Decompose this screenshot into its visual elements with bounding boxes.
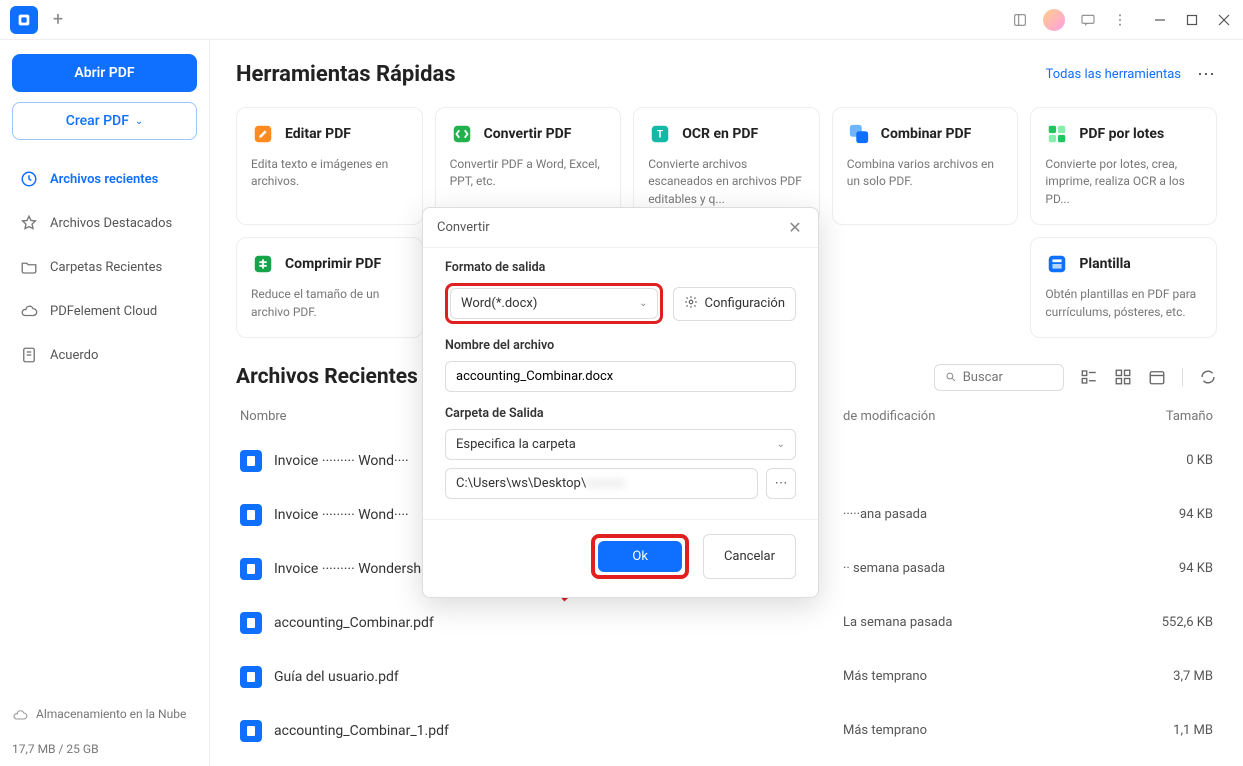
gear-icon bbox=[684, 295, 698, 313]
search-icon bbox=[945, 370, 957, 384]
calendar-icon[interactable] bbox=[1148, 368, 1166, 386]
tool-batch-pdf[interactable]: PDF por lotesConvierte por lotes, crea, … bbox=[1030, 107, 1217, 225]
folder-icon bbox=[20, 258, 38, 276]
dialog-title: Convertir bbox=[437, 220, 490, 235]
tool-edit-pdf[interactable]: Editar PDFEdita texto e imágenes en arch… bbox=[236, 107, 423, 225]
panel-icon[interactable] bbox=[1011, 11, 1029, 29]
col-size: Tamaño bbox=[1103, 409, 1213, 424]
minimize-button[interactable] bbox=[1151, 11, 1169, 29]
file-name: Guía del usuario.pdf bbox=[274, 669, 843, 685]
chevron-down-icon: ⌄ bbox=[777, 439, 785, 450]
pdf-file-icon bbox=[240, 612, 262, 634]
pdf-file-icon bbox=[240, 720, 262, 742]
tool-template[interactable]: PlantillaObtén plantillas en PDF para cu… bbox=[1030, 237, 1217, 338]
create-pdf-button[interactable]: Crear PDF⌄ bbox=[12, 102, 197, 140]
close-button[interactable] bbox=[1215, 11, 1233, 29]
ok-button-highlight: Ok bbox=[591, 534, 689, 579]
star-icon bbox=[20, 214, 38, 232]
format-select-highlight: Word(*.docx) ⌄ bbox=[445, 283, 663, 324]
nav-label: Archivos recientes bbox=[50, 172, 158, 187]
chevron-down-icon: ⌄ bbox=[639, 298, 647, 309]
file-name: accounting_Combinar_1.pdf bbox=[274, 723, 843, 739]
titlebar: + bbox=[0, 0, 1243, 40]
open-pdf-button[interactable]: Abrir PDF bbox=[12, 54, 197, 92]
all-tools-link[interactable]: Todas las herramientas bbox=[1046, 67, 1181, 82]
nav-recent-files[interactable]: Archivos recientes bbox=[12, 158, 197, 200]
file-date: ·····ana pasada bbox=[843, 507, 1103, 522]
file-size: 94 KB bbox=[1103, 507, 1213, 522]
grid-view-icon[interactable] bbox=[1114, 368, 1132, 386]
refresh-icon[interactable] bbox=[1199, 368, 1217, 386]
nav-cloud[interactable]: PDFelement Cloud bbox=[12, 290, 197, 332]
file-row[interactable]: accounting_Combinar_1.pdfMás temprano1,1… bbox=[236, 704, 1217, 758]
filename-input[interactable] bbox=[445, 361, 796, 392]
maximize-button[interactable] bbox=[1183, 11, 1201, 29]
document-icon bbox=[20, 346, 38, 364]
search-input-wrap[interactable] bbox=[934, 364, 1064, 391]
recent-files-title: Archivos Recientes bbox=[236, 365, 418, 389]
nav-label: Archivos Destacados bbox=[50, 216, 172, 231]
col-date: de modificación bbox=[843, 409, 1103, 424]
cancel-button[interactable]: Cancelar bbox=[703, 534, 796, 579]
storage-usage: 17,7 MB / 25 GB bbox=[12, 742, 197, 756]
cloud-icon bbox=[20, 302, 38, 320]
more-menu-icon[interactable] bbox=[1111, 11, 1129, 29]
filename-label: Nombre del archivo bbox=[445, 338, 796, 353]
list-view-icon[interactable] bbox=[1080, 368, 1098, 386]
user-avatar[interactable] bbox=[1043, 9, 1065, 31]
dialog-close-button[interactable]: ✕ bbox=[786, 218, 804, 237]
browse-folder-button[interactable]: ⋯ bbox=[766, 468, 796, 499]
tool-combine-pdf[interactable]: Combinar PDFCombina varios archivos en u… bbox=[832, 107, 1019, 225]
file-date: La semana pasada bbox=[843, 615, 1103, 630]
message-icon[interactable] bbox=[1079, 11, 1097, 29]
nav-label: PDFelement Cloud bbox=[50, 304, 157, 319]
nav-recent-folders[interactable]: Carpetas Recientes bbox=[12, 246, 197, 288]
ok-button[interactable]: Ok bbox=[598, 541, 682, 572]
folder-select[interactable]: Especifica la carpeta ⌄ bbox=[445, 429, 796, 460]
clock-icon bbox=[20, 170, 38, 188]
file-row[interactable]: accounting_Combinar.pdfLa semana pasada5… bbox=[236, 596, 1217, 650]
file-size: 1,1 MB bbox=[1103, 723, 1213, 738]
nav-agreement[interactable]: Acuerdo bbox=[12, 334, 197, 376]
more-dots-icon[interactable]: ⋯ bbox=[1197, 64, 1217, 85]
file-size: 3,7 MB bbox=[1103, 669, 1213, 684]
chevron-down-icon: ⌄ bbox=[135, 116, 143, 127]
nav-label: Acuerdo bbox=[50, 348, 98, 363]
file-name: accounting_Combinar.pdf bbox=[274, 615, 843, 631]
format-select[interactable]: Word(*.docx) ⌄ bbox=[450, 288, 658, 319]
format-label: Formato de salida bbox=[445, 260, 796, 275]
file-date: Más temprano bbox=[843, 669, 1103, 684]
nav-label: Carpetas Recientes bbox=[50, 260, 162, 275]
file-size: 552,6 KB bbox=[1103, 615, 1213, 630]
file-row[interactable]: Guía del usuario.pdfMás temprano3,7 MB bbox=[236, 650, 1217, 704]
convert-dialog: Convertir ✕ Formato de salida Word(*.doc… bbox=[422, 207, 819, 598]
file-size: 94 KB bbox=[1103, 561, 1213, 576]
file-size: 0 KB bbox=[1103, 453, 1213, 468]
app-logo bbox=[10, 6, 38, 34]
cloud-storage-info[interactable]: Almacenamiento en la Nube bbox=[12, 707, 197, 726]
file-date: ·· semana pasada bbox=[843, 561, 1103, 576]
pdf-file-icon bbox=[240, 504, 262, 526]
config-button[interactable]: Configuración bbox=[673, 287, 796, 321]
quick-tools-title: Herramientas Rápidas bbox=[236, 62, 456, 87]
storage-label: Almacenamiento en la Nube bbox=[36, 707, 186, 721]
pdf-file-icon bbox=[240, 450, 262, 472]
svg-text:T: T bbox=[657, 130, 664, 141]
pdf-file-icon bbox=[240, 558, 262, 580]
folder-path-display: C:\Users\ws\Desktop\xxxxxx bbox=[445, 468, 758, 499]
sidebar: Abrir PDF Crear PDF⌄ Archivos recientes … bbox=[0, 40, 210, 766]
nav-featured-files[interactable]: Archivos Destacados bbox=[12, 202, 197, 244]
new-tab-button[interactable]: + bbox=[46, 8, 70, 32]
cloud-icon bbox=[12, 707, 28, 726]
file-date: Más temprano bbox=[843, 723, 1103, 738]
search-input[interactable] bbox=[963, 370, 1053, 385]
pdf-file-icon bbox=[240, 666, 262, 688]
folder-label: Carpeta de Salida bbox=[445, 406, 796, 421]
tool-compress-pdf[interactable]: Comprimir PDFReduce el tamaño de un arch… bbox=[236, 237, 423, 338]
